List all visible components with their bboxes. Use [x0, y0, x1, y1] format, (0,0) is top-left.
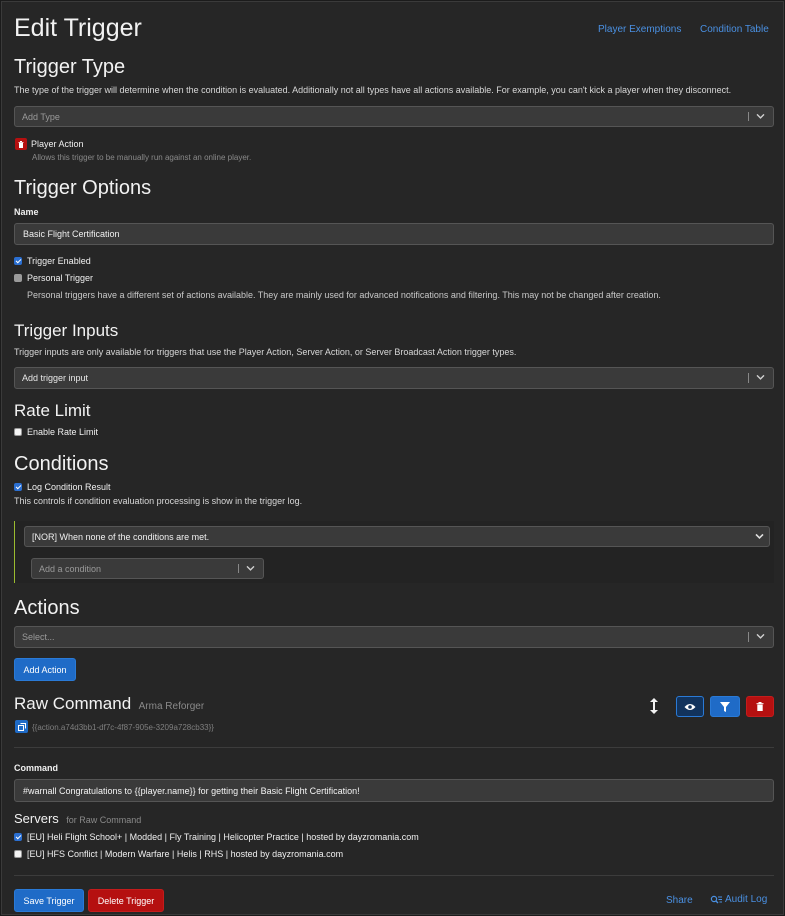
trigger-enabled-checkbox[interactable]	[14, 257, 22, 265]
remove-type-button[interactable]	[15, 138, 27, 150]
trigger-type-heading: Trigger Type	[14, 56, 126, 78]
trigger-name-input[interactable]: Basic Flight Certification	[14, 223, 774, 245]
view-action-button[interactable]	[676, 696, 704, 717]
action-title-row: Raw Command Arma Reforger	[14, 694, 204, 714]
log-condition-row[interactable]: Log Condition Result	[14, 482, 111, 492]
trigger-inputs-heading: Trigger Inputs	[14, 321, 119, 340]
page-title: Edit Trigger	[14, 14, 142, 42]
save-trigger-button[interactable]: Save Trigger	[14, 889, 84, 912]
enable-rate-limit-row[interactable]: Enable Rate Limit	[14, 427, 98, 437]
select-separator	[748, 112, 749, 121]
server-checkbox[interactable]	[14, 850, 22, 858]
conditions-heading: Conditions	[14, 453, 109, 475]
trigger-type-description: The type of the trigger will determine w…	[14, 85, 732, 95]
chevron-down-icon	[246, 565, 255, 571]
personal-trigger-label: Personal Trigger	[27, 273, 94, 283]
add-trigger-input-select[interactable]: Add trigger input	[14, 367, 774, 389]
add-action-button[interactable]: Add Action	[14, 658, 76, 681]
personal-trigger-help: Personal triggers have a different set o…	[27, 290, 661, 300]
trigger-options-heading: Trigger Options	[14, 177, 152, 199]
add-type-select[interactable]: Add Type	[14, 106, 774, 127]
log-condition-help: This controls if condition evaluation pr…	[14, 496, 303, 506]
action-id-text: {{action.a74d3bb1-df7c-4f87-905e-3209a72…	[32, 723, 214, 732]
trash-icon	[756, 702, 764, 711]
server-row[interactable]: [EU] Heli Flight School+ | Modded | Fly …	[14, 832, 419, 842]
action-select[interactable]: Select...	[14, 626, 774, 648]
server-label: [EU] Heli Flight School+ | Modded | Fly …	[27, 832, 419, 842]
chevron-down-icon	[755, 533, 764, 539]
select-separator	[748, 632, 749, 642]
audit-log-label: Audit Log	[725, 894, 768, 905]
trigger-inputs-description: Trigger inputs are only available for tr…	[14, 347, 517, 357]
servers-heading: Servers	[14, 811, 59, 826]
add-type-placeholder: Add Type	[22, 111, 60, 122]
server-checkbox[interactable]	[14, 833, 22, 841]
select-separator	[238, 564, 239, 573]
share-link[interactable]: Share	[666, 895, 693, 906]
log-condition-checkbox[interactable]	[14, 483, 22, 491]
condition-group: [NOR] When none of the conditions are me…	[14, 521, 774, 583]
copy-icon	[17, 722, 26, 731]
selected-type-description: Allows this trigger to be manually run a…	[32, 153, 252, 162]
player-exemptions-link[interactable]: Player Exemptions	[598, 24, 681, 35]
trigger-enabled-row[interactable]: Trigger Enabled	[14, 256, 91, 266]
log-condition-label: Log Condition Result	[27, 482, 111, 492]
command-label: Command	[14, 763, 59, 773]
trigger-enabled-label: Trigger Enabled	[27, 256, 91, 266]
add-condition-placeholder: Add a condition	[39, 563, 102, 574]
audit-log-link[interactable]: Audit Log	[710, 894, 767, 905]
chevron-down-icon	[756, 113, 765, 119]
condition-table-link[interactable]: Condition Table	[700, 24, 769, 35]
add-trigger-input-placeholder: Add trigger input	[22, 373, 89, 383]
server-row[interactable]: [EU] HFS Conflict | Modern Warfare | Hel…	[14, 849, 343, 859]
search-list-icon	[710, 895, 722, 904]
servers-subheading: for Raw Command	[66, 815, 142, 825]
copy-id-button[interactable]	[15, 720, 28, 733]
condition-operator-select[interactable]: [NOR] When none of the conditions are me…	[24, 526, 770, 547]
delete-trigger-button[interactable]: Delete Trigger	[88, 889, 164, 912]
action-select-placeholder: Select...	[22, 632, 55, 642]
action-subtitle: Arma Reforger	[138, 701, 205, 712]
rate-limit-heading: Rate Limit	[14, 401, 91, 420]
footer-divider	[14, 875, 774, 876]
personal-trigger-row[interactable]: Personal Trigger	[14, 273, 93, 283]
move-vertical-icon[interactable]	[647, 697, 661, 715]
delete-action-button[interactable]	[746, 696, 774, 717]
trash-icon	[18, 140, 24, 148]
server-label: [EU] HFS Conflict | Modern Warfare | Hel…	[27, 849, 344, 859]
command-input[interactable]: #warnall Congratulations to {{player.nam…	[14, 779, 774, 802]
personal-trigger-checkbox[interactable]	[14, 274, 22, 282]
selected-type-label: Player Action	[31, 139, 84, 149]
actions-heading: Actions	[14, 597, 80, 619]
action-title: Raw Command	[14, 694, 132, 713]
select-separator	[748, 373, 749, 383]
filter-action-button[interactable]	[710, 696, 740, 717]
add-condition-select[interactable]: Add a condition	[31, 558, 264, 579]
action-divider	[14, 747, 774, 748]
filter-icon	[720, 701, 730, 712]
name-label: Name	[14, 207, 39, 217]
eye-icon	[684, 703, 696, 710]
enable-rate-limit-label: Enable Rate Limit	[27, 427, 99, 437]
chevron-down-icon	[756, 374, 765, 380]
edit-trigger-panel: Edit Trigger Player Exemptions Condition…	[1, 1, 784, 915]
chevron-down-icon	[756, 633, 765, 639]
enable-rate-limit-checkbox[interactable]	[14, 428, 22, 436]
condition-operator-value: [NOR] When none of the conditions are me…	[32, 531, 210, 542]
servers-heading-row: Servers for Raw Command	[14, 810, 141, 828]
